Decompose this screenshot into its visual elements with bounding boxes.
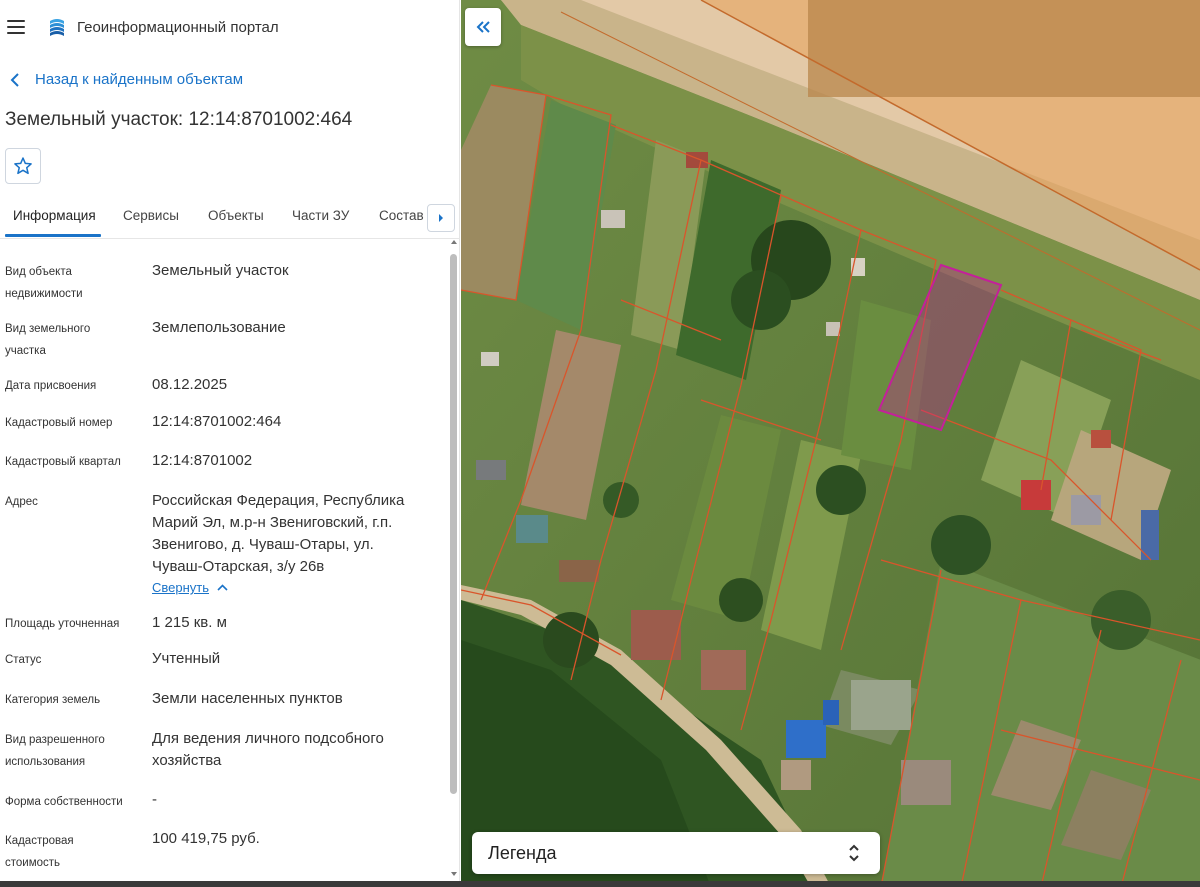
scroll-down-arrow-icon[interactable] [451, 872, 457, 876]
info-label-area: Площадь уточненная [5, 618, 120, 630]
tab-bar: Информация Сервисы Объекты Части ЗУ Сост… [0, 198, 460, 239]
logo-icon [50, 19, 64, 36]
info-value-cadastral-number: 12:14:8701002:464 [152, 413, 282, 430]
info-value-permitted-use: Для ведения личного подсобного хозяйства [152, 730, 384, 769]
page-title: Земельный участок: 12:14:8701002:464 [5, 109, 353, 130]
active-tab-indicator [5, 234, 101, 237]
info-label-ownership-form: Форма собственности [5, 796, 123, 808]
chevron-right-icon [439, 214, 443, 222]
info-label-assignment-date: Дата присвоения [5, 380, 97, 392]
scroll-up-arrow-icon[interactable] [451, 240, 457, 244]
favorite-button[interactable] [5, 148, 41, 184]
scroll-thumb[interactable] [450, 254, 457, 794]
tab-objects[interactable]: Объекты [208, 208, 264, 223]
info-scrollbar[interactable] [449, 240, 459, 880]
info-value-address: Российская Федерация, Республика Марий Э… [152, 492, 405, 575]
info-label-address: Адрес [5, 496, 38, 508]
info-label-cadastral-number: Кадастровый номер [5, 417, 113, 429]
map-view[interactable] [461, 0, 1200, 887]
tab-parcel-parts[interactable]: Части ЗУ [292, 208, 349, 223]
app-header: Геоинформационный портал [0, 0, 460, 56]
collapse-link-label: Свернуть [152, 580, 210, 595]
info-label-parcel-type: Вид земельного участка [5, 323, 91, 357]
info-label-permitted-use: Вид разрешенного использования [5, 734, 105, 768]
info-value-cadastral-quarter: 12:14:8701002 [152, 452, 253, 469]
back-link-label: Назад к найденным объектам [35, 71, 244, 88]
back-to-results-link[interactable]: Назад к найденным объектам [10, 71, 243, 88]
collapse-address-link[interactable]: Свернуть [152, 580, 228, 595]
bottom-edge-strip [0, 881, 1200, 887]
info-value-object-type: Земельный участок [152, 262, 289, 279]
chevron-left-icon [10, 72, 19, 87]
tabs-scroll-right-button[interactable] [427, 204, 455, 232]
info-label-status: Статус [5, 654, 42, 666]
info-value-parcel-type: Землепользование [152, 319, 286, 336]
info-value-land-category: Земли населенных пунктов [152, 690, 343, 707]
legend-label: Легенда [488, 843, 557, 863]
info-value-area: 1 215 кв. м [152, 614, 227, 631]
menu-icon[interactable] [7, 20, 25, 34]
unfold-icon[interactable] [848, 843, 860, 863]
info-label-land-category: Категория земель [5, 694, 101, 706]
satellite-map[interactable] [461, 0, 1200, 887]
app-title: Геоинформационный портал [77, 19, 279, 36]
tab-composition[interactable]: Состав [379, 208, 424, 223]
legend-panel[interactable]: Легенда [472, 832, 880, 874]
object-info-list: Вид объекта недвижимости Земельный участо… [0, 240, 448, 885]
chevron-up-icon [217, 584, 228, 591]
info-label-cadastral-value: Кадастровая стоимость [5, 835, 74, 869]
info-value-assignment-date: 08.12.2025 [152, 376, 228, 393]
tab-services[interactable]: Сервисы [123, 208, 179, 223]
info-panel: Геоинформационный портал Назад к найденн… [0, 0, 460, 887]
info-value-status: Учтенный [152, 650, 221, 667]
collapse-panel-button[interactable] [465, 8, 501, 46]
info-label-object-type: Вид объекта недвижимости [5, 266, 83, 300]
info-value-ownership-form: - [152, 791, 157, 808]
double-chevron-left-icon [476, 21, 490, 33]
star-icon [14, 157, 32, 175]
tab-information[interactable]: Информация [13, 208, 96, 223]
info-value-cadastral-value: 100 419,75 руб. [152, 830, 260, 847]
info-label-cadastral-quarter: Кадастровый квартал [5, 456, 121, 468]
